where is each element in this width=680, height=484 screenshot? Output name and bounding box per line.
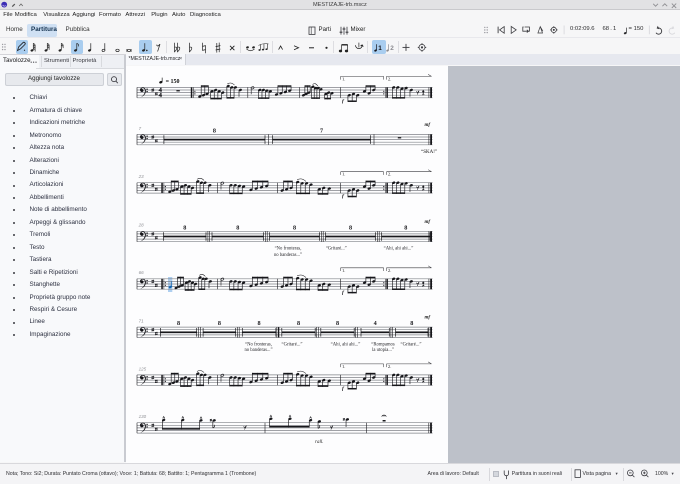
svg-text:mf: mf (425, 123, 432, 128)
svg-text:8: 8 (297, 320, 300, 327)
svg-text:f: f (342, 98, 345, 104)
svg-text:8: 8 (218, 320, 221, 327)
svg-text:la utopia...”: la utopia...” (372, 348, 394, 353)
svg-text:8: 8 (183, 224, 186, 231)
svg-text:8: 8 (213, 127, 216, 134)
svg-text:8: 8 (293, 224, 296, 231)
svg-text:mf: mf (425, 220, 432, 225)
svg-text:1.: 1. (342, 268, 345, 273)
svg-text:8: 8 (236, 224, 239, 231)
svg-text:66: 66 (139, 270, 145, 275)
svg-text:2.: 2. (388, 364, 391, 369)
svg-text:f: f (342, 194, 345, 200)
svg-text:4: 4 (374, 320, 377, 327)
svg-text:8: 8 (404, 224, 407, 231)
svg-text:8: 8 (177, 320, 180, 327)
svg-text:1.: 1. (342, 76, 345, 81)
svg-text:23: 23 (138, 174, 145, 179)
svg-text:71: 71 (139, 319, 145, 324)
svg-text:no banderas...”: no banderas...” (274, 253, 302, 258)
svg-text:= 150: = 150 (166, 79, 180, 85)
svg-text:2.: 2. (388, 76, 391, 81)
svg-text:8: 8 (349, 224, 352, 231)
svg-text:f: f (342, 386, 345, 392)
svg-text:“No fronteras,: “No fronteras, (275, 245, 302, 251)
svg-text:“Gritaré...”: “Gritaré...” (282, 341, 303, 347)
svg-text:rall.: rall. (315, 440, 323, 445)
svg-text:“Ahi, ahi ahi...”: “Ahi, ahi ahi...” (331, 341, 361, 347)
svg-text:no banderas...”: no banderas...” (244, 348, 272, 353)
svg-text:8: 8 (336, 320, 339, 327)
svg-text:8: 8 (410, 320, 413, 327)
svg-text:mf: mf (425, 316, 432, 321)
svg-text:“SKA!”: “SKA!” (421, 149, 437, 155)
svg-text:7: 7 (320, 127, 323, 134)
svg-text:“Rompamos: “Rompamos (371, 341, 395, 347)
svg-text:f: f (342, 290, 345, 296)
svg-text:8: 8 (258, 320, 261, 327)
svg-text:2.: 2. (388, 268, 391, 273)
svg-text:“Gritaré...”: “Gritaré...” (326, 245, 347, 251)
svg-text:2.: 2. (388, 172, 391, 177)
svg-text:7: 7 (139, 126, 142, 131)
svg-text:125: 125 (139, 366, 147, 371)
svg-text:28: 28 (138, 223, 145, 228)
svg-text:1.: 1. (342, 364, 345, 369)
svg-text:130: 130 (139, 414, 147, 419)
svg-text:“Ahi, ahi ahi...”: “Ahi, ahi ahi...” (384, 245, 414, 251)
svg-text:“Gritaré...”: “Gritaré...” (401, 341, 422, 347)
svg-text:1.: 1. (342, 172, 345, 177)
svg-text:“No fronteras,: “No fronteras, (245, 341, 272, 347)
